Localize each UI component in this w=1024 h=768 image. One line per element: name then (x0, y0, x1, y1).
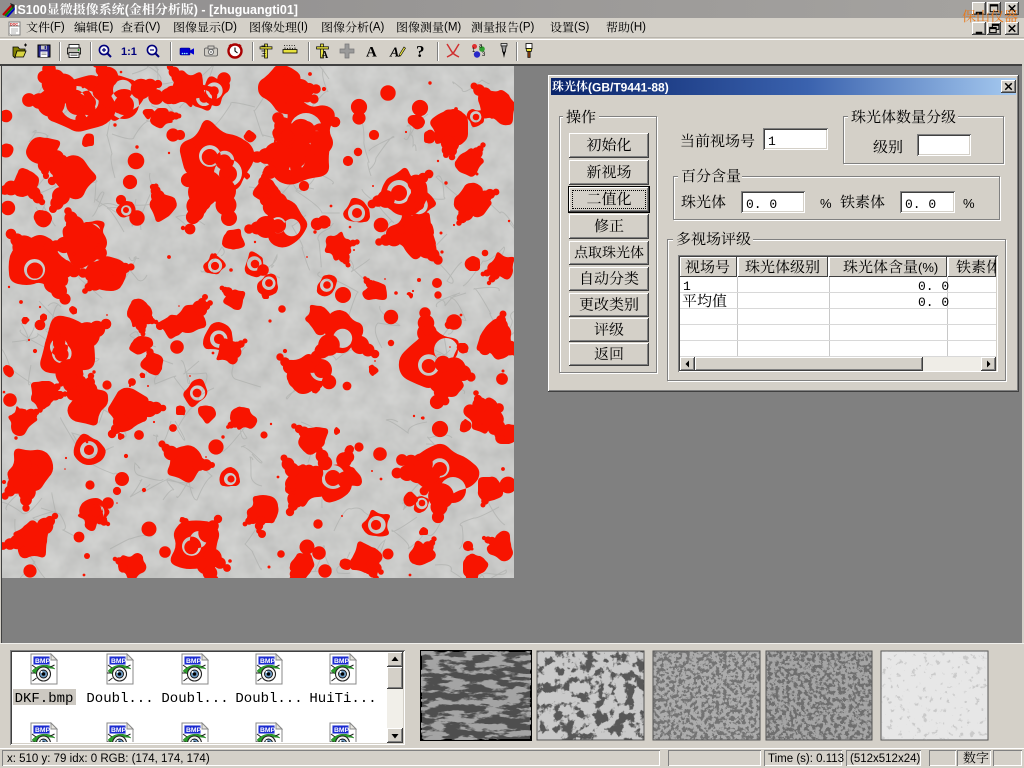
svg-text:(M): (M) (444, 22, 461, 34)
svg-text:(GB/T9441-88): (GB/T9441-88) (588, 81, 669, 95)
svg-text:1: 1 (683, 279, 691, 294)
svg-text:1: 1 (768, 134, 776, 149)
svg-text:(A): (A) (369, 22, 385, 34)
svg-text:(E): (E) (98, 22, 114, 34)
svg-text:Doubl...: Doubl... (86, 691, 153, 707)
svg-text:DKF.bmp: DKF.bmp (15, 691, 74, 707)
svg-text:(S): (S) (574, 22, 590, 34)
svg-text:) - [zhuguangti01]: ) - [zhuguangti01] (194, 3, 298, 17)
svg-text:HuiTi...: HuiTi... (309, 691, 376, 707)
svg-text:x: 510 y: 79 idx: 0 RGB: (17: x: 510 y: 79 idx: 0 RGB: (174, 174, 174) (7, 753, 210, 765)
svg-text:(P): (P) (519, 22, 535, 34)
svg-text:0. 0: 0. 0 (905, 197, 936, 212)
svg-text:0. 0: 0. 0 (746, 197, 777, 212)
svg-text:(I): (I) (297, 22, 308, 34)
svg-text:(D): (D) (221, 22, 237, 34)
svg-text:IS100: IS100 (14, 3, 47, 17)
svg-text:(H): (H) (630, 22, 646, 34)
svg-text:(: ( (125, 3, 130, 17)
svg-text:%: % (820, 196, 832, 211)
svg-text:0. 0: 0. 0 (918, 295, 949, 310)
svg-text:Doubl...: Doubl... (235, 691, 302, 707)
svg-text:%: % (963, 196, 975, 211)
svg-text:(F): (F) (50, 22, 65, 34)
svg-text:Doubl...: Doubl... (161, 691, 228, 707)
svg-text:(V): (V) (145, 22, 161, 34)
svg-text:0. 0: 0. 0 (918, 279, 949, 294)
svg-text:(512x512x24): (512x512x24) (850, 753, 920, 765)
svg-text:(%): (%) (918, 260, 938, 275)
svg-text:Time (s): 0.113: Time (s): 0.113 (768, 753, 844, 765)
